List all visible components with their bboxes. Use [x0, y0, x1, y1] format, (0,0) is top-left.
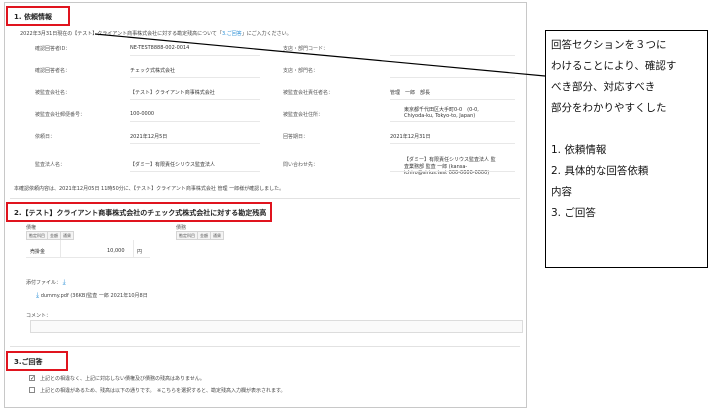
annotation-note: 回答セクションを３つに わけることにより、確認す べき部分、対応すべき 部分をわかりや… [545, 30, 708, 268]
note-line [551, 119, 707, 140]
note-line: 1. 依頼情報 [551, 144, 607, 156]
note-line: 部分をわかりやすくした [551, 102, 667, 114]
note-line: 内容 [551, 186, 572, 198]
note-line: わけることにより、確認す [551, 60, 677, 72]
note-line: 回答セクションを３つに [551, 39, 667, 51]
note-line: 3. ご回答 [551, 207, 596, 219]
note-line: 2. 具体的な回答依頼 [551, 165, 649, 177]
note-line: べき部分、対応すべき [551, 81, 656, 93]
